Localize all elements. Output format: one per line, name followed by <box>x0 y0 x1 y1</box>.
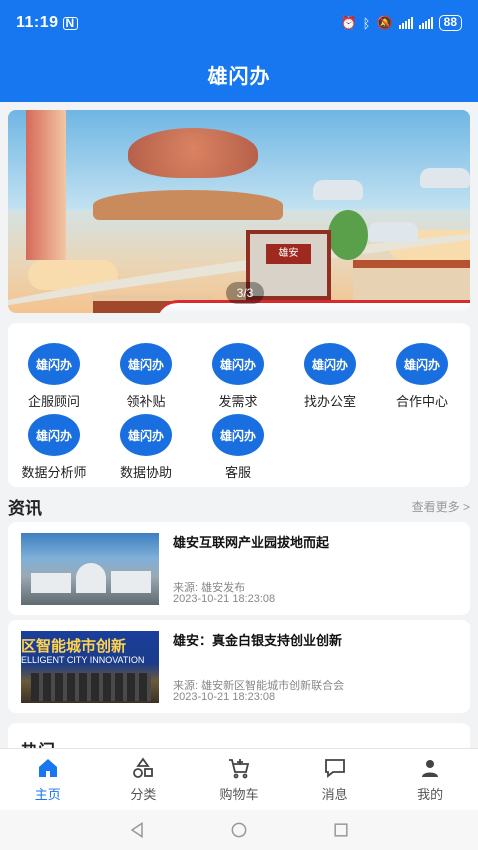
battery-indicator: 88 <box>438 15 462 31</box>
tab-cart[interactable]: 购物车 <box>191 749 287 810</box>
news-time: 2023-10-21 18:23:08 <box>173 593 276 605</box>
news-title: 雄安：真金白银支持创业创新 <box>173 633 343 648</box>
service-label: 客服 <box>224 465 251 480</box>
service-item[interactable]: 雄闪办 客服 <box>192 414 284 481</box>
message-icon <box>324 759 345 778</box>
news-thumbnail: 区智能城市创新 ELLIGENT CITY INNOVATION <box>21 631 159 703</box>
bottom-tab-bar: 主页 分类 购物车 消息 我的 <box>0 748 478 810</box>
service-badge: 雄闪办 <box>120 414 172 456</box>
service-item[interactable]: 雄闪办 发需求 <box>192 343 284 410</box>
banner-carousel[interactable]: 雄安 3/3 <box>8 110 470 313</box>
home-circle-icon[interactable] <box>228 820 250 840</box>
recents-icon[interactable] <box>330 820 352 840</box>
service-badge: 雄闪办 <box>304 343 356 385</box>
news-section-header: 资讯 查看更多 > <box>8 494 470 518</box>
banner-pager: 3/3 <box>226 282 264 304</box>
mute-icon: 🔕 <box>376 15 393 30</box>
page-title: 雄闪办 <box>207 65 271 88</box>
app-header: 雄闪办 <box>0 46 478 102</box>
service-item[interactable]: 雄闪办 找办公室 <box>284 343 376 410</box>
home-icon <box>38 759 57 777</box>
nfc-icon: N <box>62 16 78 30</box>
bluetooth-icon: ᛒ <box>362 15 371 31</box>
service-label: 领补贴 <box>126 394 166 409</box>
news-item[interactable]: 区智能城市创新 ELLIGENT CITY INNOVATION 雄安：真金白银… <box>8 620 470 713</box>
category-icon <box>133 757 154 778</box>
service-label: 数据协助 <box>119 465 172 480</box>
service-item[interactable]: 雄闪办 合作中心 <box>376 343 468 410</box>
news-item[interactable]: 雄安互联网产业园拔地而起 来源: 雄安发布 2023-10-21 18:23:0… <box>8 522 470 615</box>
back-icon[interactable] <box>126 820 148 840</box>
signal-icon-2 <box>418 17 433 29</box>
tab-profile[interactable]: 我的 <box>382 749 478 810</box>
view-more-link[interactable]: 查看更多 > <box>412 498 470 515</box>
tab-label: 主页 <box>34 787 61 802</box>
service-label: 合作中心 <box>395 394 448 409</box>
service-label: 企服顾问 <box>27 394 80 409</box>
tab-messages[interactable]: 消息 <box>287 749 383 810</box>
service-badge: 雄闪办 <box>28 343 80 385</box>
alarm-icon: ⏰ <box>340 15 357 30</box>
status-bar: 11:19 N ⏰ ᛒ 🔕 88 <box>0 0 478 46</box>
services-grid: 雄闪办 企服顾问 雄闪办 领补贴 雄闪办 发需求 雄闪办 找办公室 雄闪办 合作中心 雄闪… <box>8 323 470 487</box>
service-item[interactable]: 雄闪办 数据协助 <box>100 414 192 481</box>
service-badge: 雄闪办 <box>396 343 448 385</box>
status-time: 11:19 <box>16 14 59 31</box>
service-item[interactable]: 雄闪办 领补贴 <box>100 343 192 410</box>
cart-icon <box>228 759 250 779</box>
news-thumbnail <box>21 533 159 605</box>
tab-home[interactable]: 主页 <box>0 749 96 810</box>
service-item[interactable]: 雄闪办 数据分析师 <box>8 414 100 481</box>
service-badge: 雄闪办 <box>212 414 264 456</box>
service-item[interactable]: 雄闪办 企服顾问 <box>8 343 100 410</box>
news-section-title: 资讯 <box>8 498 42 518</box>
person-icon <box>422 760 439 777</box>
service-label: 数据分析师 <box>21 465 87 480</box>
service-badge: 雄闪办 <box>212 343 264 385</box>
news-time: 2023-10-21 18:23:08 <box>173 691 276 703</box>
system-nav-bar <box>0 810 478 850</box>
signal-icon <box>398 17 413 29</box>
service-badge: 雄闪办 <box>28 414 80 456</box>
tab-label: 分类 <box>130 787 157 802</box>
tab-label: 购物车 <box>219 787 259 802</box>
service-label: 找办公室 <box>303 394 356 409</box>
service-badge: 雄闪办 <box>120 343 172 385</box>
service-label: 发需求 <box>218 394 258 409</box>
tab-label: 消息 <box>321 787 348 802</box>
tab-category[interactable]: 分类 <box>96 749 192 810</box>
tab-label: 我的 <box>417 787 444 802</box>
news-title: 雄安互联网产业园拔地而起 <box>173 535 330 550</box>
